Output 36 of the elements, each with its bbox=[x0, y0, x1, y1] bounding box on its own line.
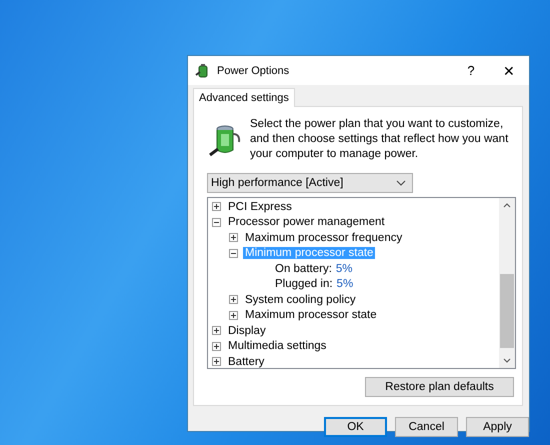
dialog-button[interactable]: Apply bbox=[466, 417, 529, 437]
help-button[interactable]: ? bbox=[453, 56, 489, 85]
setting-value-link[interactable]: 5% bbox=[336, 278, 354, 290]
tree-item[interactable]: Processor power management bbox=[226, 216, 387, 228]
close-button[interactable]: ✕ bbox=[489, 56, 529, 85]
tree-item[interactable]: Display bbox=[226, 324, 268, 337]
collapse-icon[interactable] bbox=[212, 218, 221, 227]
expand-icon[interactable] bbox=[212, 342, 221, 351]
plan-dropdown[interactable]: High performance [Active] bbox=[207, 173, 413, 193]
tree-item[interactable]: Multimedia settings bbox=[226, 340, 328, 352]
tree-item[interactable]: Battery bbox=[226, 356, 266, 368]
dialog-button[interactable]: Cancel bbox=[395, 417, 458, 437]
collapse-icon[interactable] bbox=[229, 248, 238, 258]
expand-icon[interactable] bbox=[229, 310, 238, 320]
window-title: Power Options bbox=[217, 64, 290, 76]
tree-item[interactable]: Maximum processor state bbox=[243, 309, 379, 322]
expand-icon[interactable] bbox=[229, 295, 238, 304]
restore-defaults-button[interactable]: Restore plan defaults bbox=[365, 377, 514, 397]
expand-icon[interactable] bbox=[212, 326, 221, 336]
chevron-down-icon bbox=[396, 180, 406, 186]
chevron-up-icon[interactable] bbox=[503, 203, 511, 208]
tree-item[interactable]: Maximum processor frequency bbox=[243, 232, 404, 244]
setting-label: On battery: bbox=[275, 262, 332, 275]
setting-value-link[interactable]: 5% bbox=[336, 262, 353, 275]
expand-icon[interactable] bbox=[229, 233, 238, 242]
expand-icon[interactable] bbox=[212, 357, 221, 366]
tab[interactable]: Advanced settings bbox=[193, 88, 295, 107]
tree-item[interactable]: System cooling policy bbox=[243, 294, 358, 306]
scrollbar-thumb[interactable] bbox=[500, 274, 514, 348]
scrollbar[interactable] bbox=[499, 198, 515, 368]
expand-icon[interactable] bbox=[212, 202, 221, 212]
dialog-button[interactable]: OK bbox=[324, 417, 387, 437]
description-text: Select the power plan that you want to customize, and then choose settings that reflect how you want your computer to manage power. bbox=[250, 117, 510, 162]
chevron-down-icon[interactable] bbox=[503, 358, 511, 363]
setting-label: Plugged in: bbox=[275, 278, 333, 290]
tree-item[interactable]: PCI Express bbox=[226, 200, 294, 213]
